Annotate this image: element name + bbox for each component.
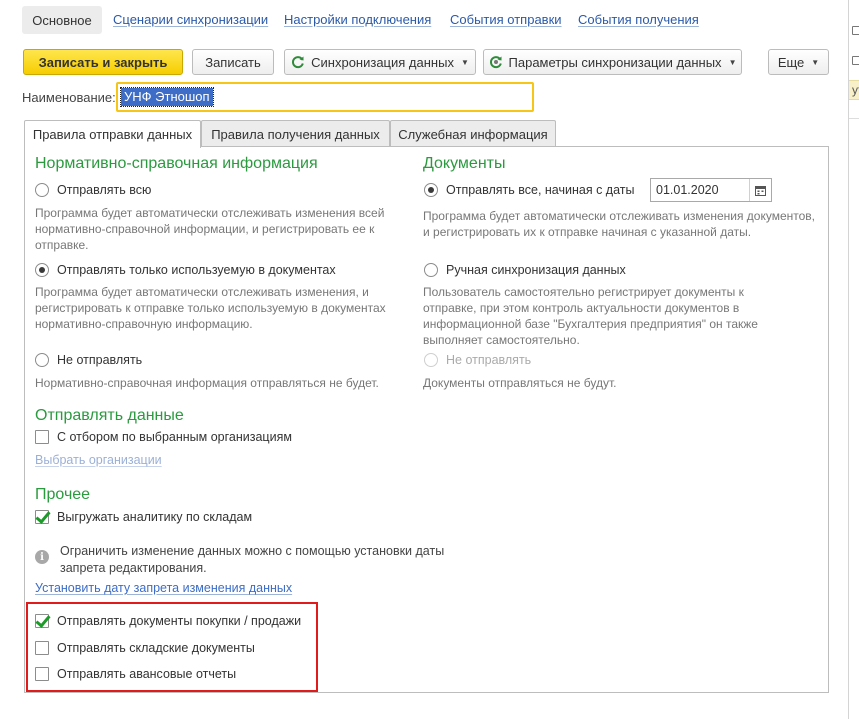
sync-settings-icon bbox=[489, 56, 502, 69]
docs-option-from-date[interactable]: Отправлять все, начиная с даты bbox=[424, 183, 634, 197]
highlight-frame bbox=[26, 602, 318, 692]
docs-option-none: Не отправлять bbox=[424, 353, 531, 367]
sync-data-label: Синхронизация данных bbox=[311, 54, 454, 70]
name-label: Наименование: bbox=[22, 90, 116, 105]
docs-section-title: Документы bbox=[423, 155, 506, 172]
filter-org-checkbox[interactable]: С отбором по выбранным организациям bbox=[35, 430, 292, 444]
radio-selected-icon[interactable] bbox=[424, 183, 438, 197]
nsi-option-none-hint: Нормативно-справочная информация отправл… bbox=[35, 376, 379, 390]
warehouse-analytics-label: Выгружать аналитику по складам bbox=[57, 510, 253, 524]
background-window-edge: ут bbox=[848, 0, 859, 719]
radio-icon[interactable] bbox=[35, 353, 49, 367]
choose-org-link[interactable]: Выбрать организации bbox=[35, 453, 162, 467]
checkbox-checked-icon[interactable] bbox=[35, 510, 49, 524]
chevron-down-icon: ▼ bbox=[728, 57, 737, 67]
nsi-option-used-label: Отправлять только используемую в докумен… bbox=[57, 263, 336, 277]
send-data-section-title: Отправлять данные bbox=[35, 407, 184, 424]
nsi-section-title: Нормативно-справочная информация bbox=[35, 155, 318, 172]
sync-params-button[interactable]: Параметры синхронизации данных ▼ bbox=[483, 49, 742, 75]
nav-link-sync-scenarios[interactable]: Сценарии синхронизации bbox=[113, 12, 268, 27]
warehouse-analytics-checkbox[interactable]: Выгружать аналитику по складам bbox=[35, 510, 252, 524]
save-label: Записать bbox=[205, 54, 261, 70]
name-input-value: УНФ Этношоп bbox=[120, 87, 214, 107]
more-label: Еще bbox=[777, 54, 805, 70]
docs-option-from-date-label: Отправлять все, начиная с даты bbox=[446, 183, 635, 197]
other-section-title: Прочее bbox=[35, 486, 91, 503]
save-and-close-button[interactable]: Записать и закрыть bbox=[23, 49, 183, 75]
nsi-option-none-label: Не отправлять bbox=[57, 353, 143, 367]
nsi-option-used[interactable]: Отправлять только используемую в докумен… bbox=[35, 263, 336, 277]
nav-link-receive-events[interactable]: События получения bbox=[578, 12, 699, 27]
nsi-option-none[interactable]: Не отправлять bbox=[35, 353, 142, 367]
nav-link-connection-settings[interactable]: Настройки подключения bbox=[284, 12, 431, 27]
calendar-icon[interactable] bbox=[749, 179, 771, 201]
radio-icon[interactable] bbox=[35, 183, 49, 197]
filter-org-label: С отбором по выбранным организациям bbox=[57, 430, 292, 444]
checkbox-icon[interactable] bbox=[35, 430, 49, 444]
sync-params-label: Параметры синхронизации данных bbox=[508, 54, 722, 70]
radio-selected-icon[interactable] bbox=[35, 263, 49, 277]
radio-disabled-icon bbox=[424, 353, 438, 367]
more-button[interactable]: Еще ▼ bbox=[768, 49, 829, 75]
window-control-icon bbox=[852, 26, 859, 35]
nav-tab-main[interactable]: Основное bbox=[22, 6, 102, 34]
save-button[interactable]: Записать bbox=[192, 49, 274, 75]
window-control-icon bbox=[852, 56, 859, 65]
docs-option-from-date-hint: Программа будет автоматически отслеживат… bbox=[423, 209, 816, 239]
nsi-option-all-hint: Программа будет автоматически отслеживат… bbox=[35, 206, 385, 252]
docs-option-manual-label: Ручная синхронизация данных bbox=[446, 263, 626, 277]
nav-link-send-events[interactable]: События отправки bbox=[450, 12, 562, 27]
background-divider bbox=[849, 118, 859, 119]
tab-send-rules[interactable]: Правила отправки данных bbox=[24, 120, 201, 148]
restrict-info-text: Ограничить изменение данных можно с помо… bbox=[60, 544, 445, 575]
name-input[interactable]: УНФ Этношоп bbox=[116, 82, 534, 112]
chevron-down-icon: ▼ bbox=[811, 57, 820, 67]
info-icon: i bbox=[35, 550, 49, 564]
date-input-value: 01.01.2020 bbox=[656, 183, 719, 197]
tab-service-info[interactable]: Служебная информация bbox=[390, 120, 556, 147]
save-and-close-label: Записать и закрыть bbox=[38, 54, 168, 70]
nsi-option-all[interactable]: Отправлять всю bbox=[35, 183, 151, 197]
background-band: ут bbox=[849, 80, 859, 100]
tab-receive-rules[interactable]: Правила получения данных bbox=[201, 120, 390, 147]
nsi-option-all-label: Отправлять всю bbox=[57, 183, 152, 197]
sync-data-button[interactable]: Синхронизация данных ▼ bbox=[284, 49, 476, 75]
nsi-option-used-hint: Программа будет автоматически отслеживат… bbox=[35, 285, 386, 331]
docs-option-manual-hint: Пользователь самостоятельно регистрирует… bbox=[423, 285, 758, 347]
background-text-fragment: ут bbox=[852, 83, 859, 97]
date-input[interactable]: 01.01.2020 bbox=[650, 178, 772, 202]
docs-option-none-label: Не отправлять bbox=[446, 353, 532, 367]
sync-icon bbox=[292, 56, 304, 69]
radio-icon[interactable] bbox=[424, 263, 438, 277]
set-restrict-date-link[interactable]: Установить дату запрета изменения данных bbox=[35, 581, 292, 595]
chevron-down-icon: ▼ bbox=[460, 57, 469, 67]
docs-option-none-hint: Документы отправляться не будут. bbox=[423, 376, 617, 390]
docs-option-manual[interactable]: Ручная синхронизация данных bbox=[424, 263, 626, 277]
